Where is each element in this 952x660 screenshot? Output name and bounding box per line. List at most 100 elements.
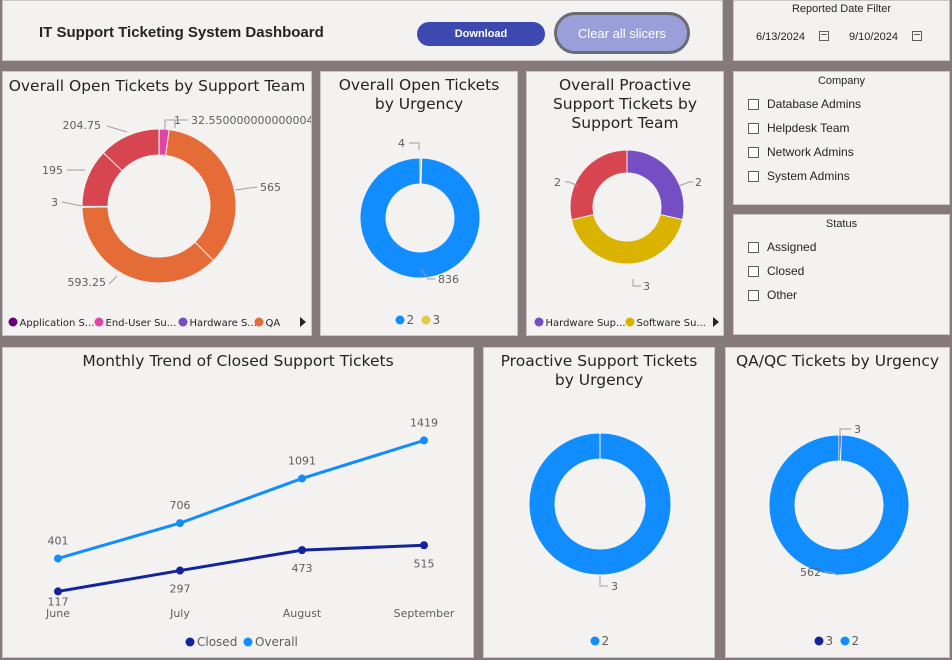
legend-label: End-User Su... <box>106 318 177 329</box>
monthly-trend-chart: 117297473 51540170610911419June July August… <box>45 416 455 649</box>
clear-slicers-button[interactable]: Clear all slicers <box>554 12 690 54</box>
leader-line <box>409 142 420 150</box>
leader-line <box>678 181 693 187</box>
leader-line <box>61 201 83 207</box>
qa-by-urgency-panel: QA/QC Tickets by Urgency 3 562 3 2 <box>725 347 950 658</box>
legend-marker <box>254 317 264 327</box>
status-option-label: Other <box>767 288 798 302</box>
data-label: 1419 <box>410 416 438 429</box>
legend-marker <box>814 636 824 646</box>
open-by-team-chart: 1 32.550000000000004565593.253195204.75Ap… <box>8 114 312 329</box>
status-option[interactable]: Assigned <box>748 239 816 255</box>
proactive-by-urgency-panel: Proactive Support Tickets by Urgency 32 <box>483 347 715 658</box>
company-option-label: Database Admins <box>767 97 862 111</box>
status-option[interactable]: Other <box>748 287 797 303</box>
legend-marker <box>185 637 195 647</box>
proactive-by-urgency-chart: 32 <box>528 432 672 648</box>
data-label: 297 <box>170 583 191 596</box>
proactive-by-team-chart: 2 3 2 Hardware Sup... Software Su... <box>534 149 719 329</box>
checkbox[interactable] <box>748 98 759 110</box>
header-panel: IT Support Ticketing System Dashboard Do… <box>2 0 723 61</box>
legend-label: Hardware S... <box>190 318 257 329</box>
legend-label: 3 <box>433 313 441 327</box>
open-by-urgency-panel: Overall Open Tickets by Urgency 4 836 2 3 <box>320 71 518 336</box>
checkbox[interactable] <box>748 122 759 134</box>
legend-marker <box>590 636 600 646</box>
data-point <box>420 436 428 445</box>
donut-slice <box>165 129 237 262</box>
company-option[interactable]: Database Admins <box>748 96 861 112</box>
legend-label: 2 <box>602 634 610 648</box>
data-point <box>298 474 306 483</box>
checkbox[interactable] <box>748 241 759 253</box>
leader-line <box>632 279 641 287</box>
legend-scroll-arrow-icon[interactable] <box>713 317 719 327</box>
donut-slice <box>81 206 215 284</box>
start-date-input[interactable]: 6/13/2024 <box>756 31 805 43</box>
legend-label: 3 <box>826 634 834 648</box>
donut-slice <box>359 157 481 279</box>
x-tick-label: August <box>283 607 322 620</box>
status-filter-title: Status <box>825 218 858 230</box>
calendar-icon[interactable] <box>912 31 922 41</box>
data-label: 2 <box>695 176 702 189</box>
data-label: 32.550000000000004 <box>191 114 312 127</box>
download-button[interactable]: Download <box>417 22 545 46</box>
checkbox[interactable] <box>748 265 759 277</box>
x-tick-label: June <box>45 607 70 620</box>
legend-marker <box>94 317 104 327</box>
leader-line <box>108 275 118 285</box>
calendar-icon[interactable] <box>819 31 829 41</box>
company-option-label: Network Admins <box>767 145 854 159</box>
monthly-trend-panel: Monthly Trend of Closed Support Tickets … <box>2 347 474 658</box>
legend-label: Overall <box>255 635 298 649</box>
legend-scroll-arrow-icon[interactable] <box>300 317 306 327</box>
checkbox[interactable] <box>748 170 759 182</box>
legend-label: Hardware Sup... <box>546 318 626 329</box>
legend-marker <box>421 315 431 325</box>
data-point <box>176 566 184 575</box>
data-label: 836 <box>438 273 459 286</box>
x-tick-label: July <box>169 607 190 620</box>
leader-line <box>599 576 608 587</box>
donut-slice <box>768 434 910 576</box>
series-line <box>57 438 425 560</box>
leader-line <box>839 428 851 435</box>
open-by-team-panel: Overall Open Tickets by Support Team 1 32… <box>2 71 312 336</box>
company-option[interactable]: Network Admins <box>748 144 854 160</box>
data-point <box>298 546 306 555</box>
company-filter-title: Company <box>817 75 866 87</box>
company-option[interactable]: System Admins <box>748 168 850 184</box>
donut-slice <box>626 149 685 221</box>
data-label: 706 <box>170 499 191 512</box>
donut-slice <box>570 213 684 265</box>
legend-label: Software Su... <box>637 318 706 329</box>
legend-label: 2 <box>407 313 415 327</box>
company-option-label: System Admins <box>767 169 850 183</box>
date-filter-title: Reported Date Filter <box>791 3 892 15</box>
company-option-label: Helpdesk Team <box>767 121 850 135</box>
legend-marker <box>178 317 188 327</box>
leader-line <box>106 125 128 133</box>
checkbox[interactable] <box>748 289 759 301</box>
checkbox[interactable] <box>748 146 759 158</box>
data-label: 3 <box>643 280 650 293</box>
status-option[interactable]: Closed <box>748 263 804 279</box>
date-filter-panel: Reported Date Filter 6/13/2024 9/10/2024 <box>733 0 950 61</box>
data-label: 204.75 <box>63 119 102 132</box>
legend-marker <box>395 315 405 325</box>
data-label: 195 <box>42 164 63 177</box>
end-date-input[interactable]: 9/10/2024 <box>849 31 898 43</box>
data-label: 562 <box>800 566 821 579</box>
status-option-label: Assigned <box>767 240 817 254</box>
data-label: 3 <box>611 580 618 593</box>
x-tick-label: September <box>394 607 455 620</box>
legend-label: 2 <box>852 634 860 648</box>
dashboard-title: IT Support Ticketing System Dashboard <box>39 24 324 41</box>
company-option[interactable]: Helpdesk Team <box>748 120 850 136</box>
data-label: 3 <box>51 196 58 209</box>
legend-marker <box>534 317 544 327</box>
data-point <box>176 519 184 528</box>
legend-marker <box>8 317 18 327</box>
data-label: 473 <box>292 562 313 575</box>
